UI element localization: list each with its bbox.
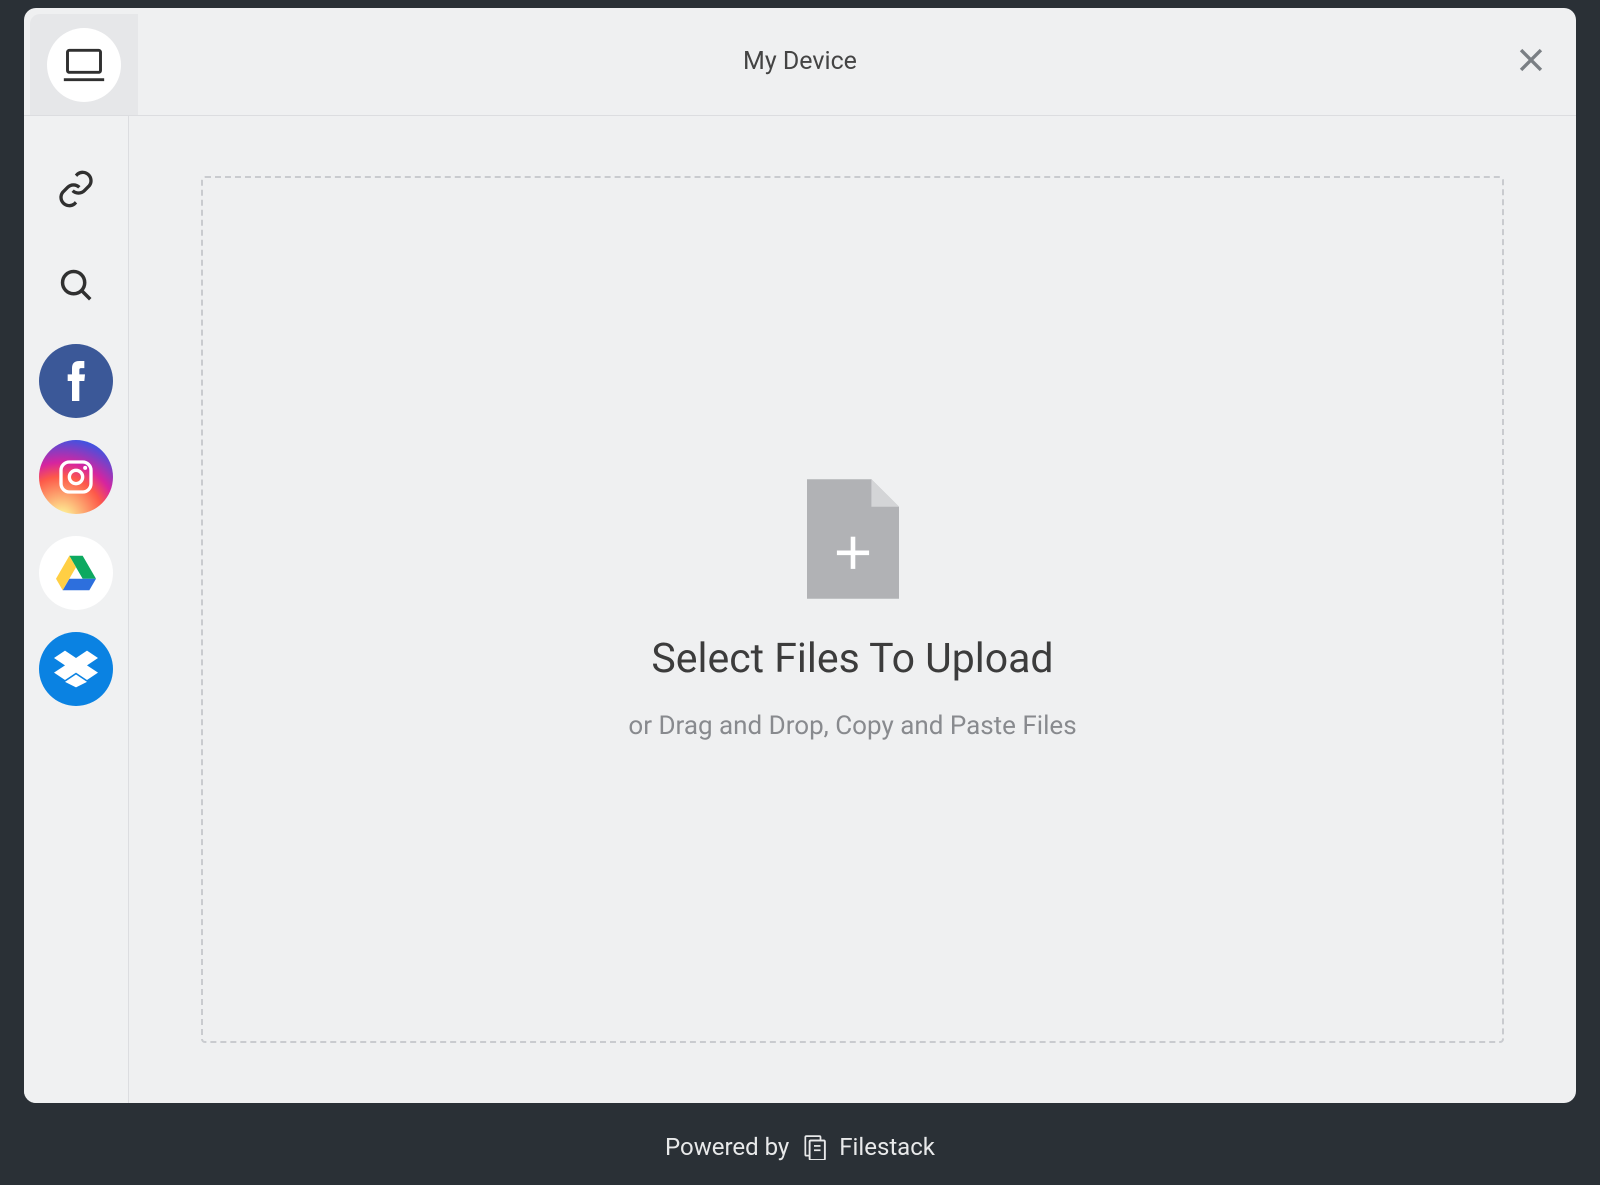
- modal-body: Select Files To Upload or Drag and Drop,…: [24, 116, 1576, 1103]
- footer-brand: Filestack: [839, 1133, 935, 1161]
- dropzone-title: Select Files To Upload: [651, 635, 1053, 683]
- footer-prefix: Powered by: [665, 1133, 789, 1161]
- googledrive-icon: [56, 555, 96, 591]
- dropbox-icon: [54, 649, 98, 689]
- filestack-logo-icon: [801, 1134, 827, 1160]
- source-sidebar: [24, 116, 129, 1103]
- footer: Powered by Filestack: [0, 1109, 1600, 1185]
- facebook-icon: [65, 361, 87, 401]
- dropzone-subtitle: or Drag and Drop, Copy and Paste Files: [628, 711, 1076, 741]
- modal-title: My Device: [743, 47, 857, 76]
- dropzone-container: Select Files To Upload or Drag and Drop,…: [129, 116, 1576, 1103]
- sidebar-source-facebook[interactable]: [39, 344, 113, 418]
- sidebar-source-instagram[interactable]: [39, 440, 113, 514]
- link-icon: [56, 169, 96, 209]
- sidebar-source-dropbox[interactable]: [39, 632, 113, 706]
- sidebar-source-googledrive[interactable]: [39, 536, 113, 610]
- modal-header: My Device: [24, 8, 1576, 116]
- sidebar-source-link[interactable]: [39, 152, 113, 226]
- close-icon: [1514, 43, 1548, 77]
- file-add-icon: [807, 479, 899, 599]
- instagram-icon: [56, 457, 96, 497]
- file-picker-modal: My Device: [24, 8, 1576, 1103]
- close-button[interactable]: [1514, 43, 1548, 81]
- sidebar-source-search[interactable]: [39, 248, 113, 322]
- file-dropzone[interactable]: Select Files To Upload or Drag and Drop,…: [201, 176, 1504, 1043]
- search-icon: [57, 266, 95, 304]
